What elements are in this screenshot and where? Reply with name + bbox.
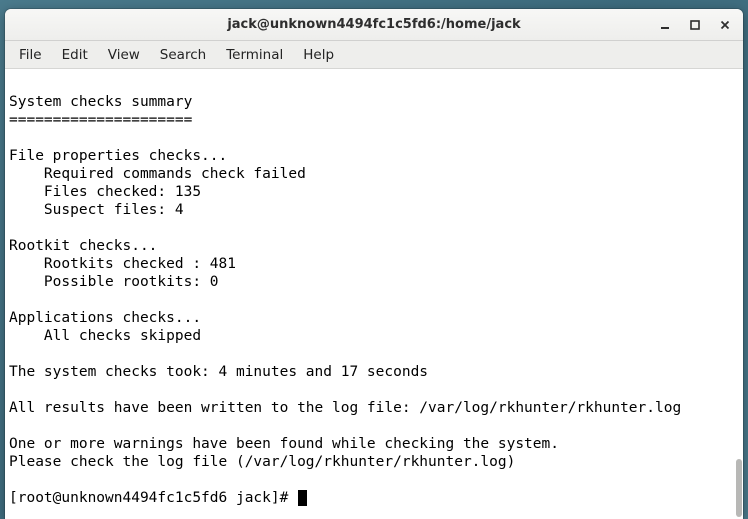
cursor-icon (298, 490, 307, 506)
scrollbar[interactable] (735, 69, 743, 519)
menu-view[interactable]: View (98, 41, 150, 68)
shell-prompt: [root@unknown4494fc1c5fd6 jack]# (9, 489, 297, 507)
output-text: System checks summary ==================… (9, 94, 681, 470)
window-controls (651, 9, 739, 40)
titlebar: jack@unknown4494fc1c5fd6:/home/jack (5, 9, 743, 41)
minimize-icon (659, 19, 671, 31)
scroll-thumb[interactable] (736, 459, 742, 517)
minimize-button[interactable] (651, 13, 679, 37)
close-icon (719, 19, 731, 31)
maximize-button[interactable] (681, 13, 709, 37)
menu-search[interactable]: Search (150, 41, 216, 68)
terminal-window: jack@unknown4494fc1c5fd6:/home/jack Fil (5, 9, 743, 519)
terminal-output[interactable]: System checks summary ==================… (5, 69, 735, 519)
menu-help[interactable]: Help (293, 41, 344, 68)
menu-file[interactable]: File (9, 41, 52, 68)
close-button[interactable] (711, 13, 739, 37)
menu-edit[interactable]: Edit (52, 41, 98, 68)
menubar: File Edit View Search Terminal Help (5, 41, 743, 69)
menu-terminal[interactable]: Terminal (216, 41, 293, 68)
terminal-viewport[interactable]: System checks summary ==================… (5, 69, 743, 519)
window-title: jack@unknown4494fc1c5fd6:/home/jack (5, 17, 743, 32)
maximize-icon (689, 19, 701, 31)
